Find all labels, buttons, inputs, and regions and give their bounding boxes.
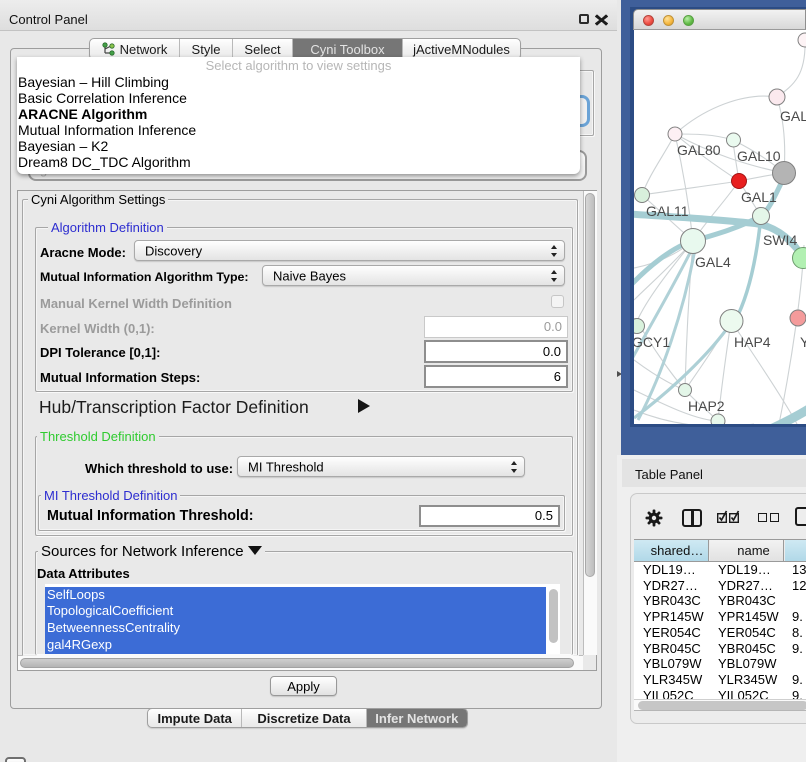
svg-text:SWI4: SWI4	[763, 232, 797, 248]
svg-text:GAL4: GAL4	[695, 254, 731, 270]
svg-text:GAL7: GAL7	[780, 108, 806, 124]
svg-text:GCY1: GCY1	[634, 334, 670, 350]
svg-text:GAL10: GAL10	[737, 148, 781, 164]
svg-text:Y: Y	[800, 334, 806, 350]
svg-text:GAL11: GAL11	[646, 203, 689, 219]
svg-text:GAL1: GAL1	[741, 189, 777, 205]
svg-text:HAP4: HAP4	[734, 334, 771, 350]
svg-text:HAP2: HAP2	[688, 398, 725, 414]
svg-text:GAL80: GAL80	[677, 142, 721, 158]
